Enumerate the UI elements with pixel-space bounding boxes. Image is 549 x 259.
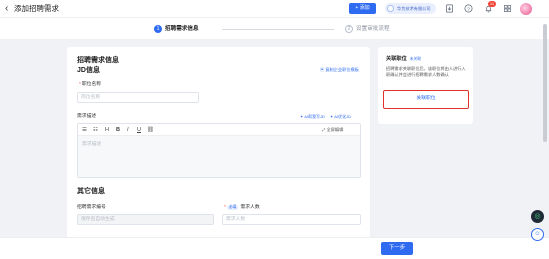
bold-icon[interactable]: B bbox=[116, 126, 120, 134]
back-arrow-icon[interactable]: ‹ bbox=[5, 3, 8, 15]
chat-support-icon[interactable]: ☺ bbox=[531, 228, 544, 241]
assistant-icon[interactable]: ◎ bbox=[531, 210, 544, 223]
section-title: 招聘需求信息 bbox=[77, 57, 119, 64]
fullscreen-label: 全屏编辑 bbox=[326, 127, 344, 132]
position-input[interactable]: 岗位名称 bbox=[77, 92, 199, 103]
ai-optimize-label: AI优化JD bbox=[334, 114, 351, 119]
required-tag: 必填 bbox=[226, 205, 239, 210]
link-position-button[interactable]: 关联职位 bbox=[383, 90, 469, 109]
numbered-list-icon[interactable]: ☷ bbox=[93, 126, 98, 134]
description-editor[interactable]: ☰ ☷ H B I U ⛓ ⤢ 全屏编辑 需求描述 bbox=[77, 123, 361, 178]
fullscreen-button[interactable]: ⤢ 全屏编辑 bbox=[322, 127, 343, 133]
link-status-tag: 未关联 bbox=[409, 57, 422, 61]
ai-optimize-button[interactable]: ✦ AI优化JD bbox=[330, 114, 351, 119]
underline-icon[interactable]: U bbox=[137, 126, 141, 134]
ai-links: ✦ AI帮我写JD ✦ AI优化JD bbox=[300, 114, 351, 120]
step-connector bbox=[222, 29, 334, 30]
org-name: 华为技术有限公司 bbox=[397, 6, 431, 11]
bullet-list-icon[interactable]: ☰ bbox=[82, 126, 87, 134]
link-position-description: 招聘需求关联职位后，该职位将由人进行入职确认并会进行招聘需求人数确认 bbox=[386, 66, 466, 77]
user-avatar[interactable] bbox=[520, 3, 532, 15]
next-button[interactable]: 下一步 bbox=[381, 242, 413, 255]
code-input: 保存后自动生成 bbox=[77, 214, 214, 225]
org-avatar-icon bbox=[387, 5, 394, 12]
scrollbar[interactable] bbox=[543, 24, 547, 142]
step-1-number: 1 bbox=[154, 25, 162, 33]
jd-title: JD信息 bbox=[77, 67, 100, 74]
bottom-bar bbox=[0, 237, 549, 259]
help-icon[interactable]: ? bbox=[464, 4, 473, 13]
description-textarea[interactable]: 需求描述 bbox=[78, 136, 360, 177]
link-position-title-text: 关联职位 bbox=[386, 56, 407, 62]
copy-template-link[interactable]: ▣ 复制企业职位模板 bbox=[320, 67, 359, 73]
notification-badge: 11 bbox=[488, 1, 496, 7]
step-1-label: 招聘需求信息 bbox=[165, 26, 199, 32]
download-icon[interactable] bbox=[445, 4, 454, 13]
headcount-label: * 必填 需求人数 bbox=[224, 205, 260, 211]
page-title: 添加招聘需求 bbox=[14, 4, 59, 13]
required-mark: * bbox=[79, 82, 81, 87]
grid-apps-icon[interactable] bbox=[503, 4, 512, 13]
link-position-title: 关联职位 未关联 bbox=[386, 56, 421, 63]
link-icon[interactable]: ⛓ bbox=[147, 126, 154, 134]
editor-toolbar: ☰ ☷ H B I U ⛓ ⤢ 全屏编辑 bbox=[78, 124, 360, 136]
ai-write-label: AI帮我写JD bbox=[304, 114, 325, 119]
position-label-text: 职位名称 bbox=[81, 82, 102, 87]
description-label: 需求描述 bbox=[77, 114, 97, 119]
heading-icon[interactable]: H bbox=[105, 126, 109, 134]
position-label: *职位名称 bbox=[79, 82, 101, 88]
copy-template-label: 复制企业职位模板 bbox=[325, 67, 359, 72]
other-info-title: 其它信息 bbox=[77, 188, 105, 195]
step-2-number: 2 bbox=[345, 25, 353, 33]
headcount-input[interactable]: 需求人数 bbox=[222, 214, 361, 225]
add-button[interactable]: + 添加 bbox=[349, 3, 376, 14]
code-label: 招聘需求编号 bbox=[77, 205, 106, 210]
required-mark: * bbox=[224, 205, 226, 210]
ai-write-button[interactable]: ✦ AI帮我写JD bbox=[300, 114, 325, 119]
org-switcher[interactable]: 华为技术有限公司 bbox=[385, 3, 436, 14]
step-2-label: 设置审批流程 bbox=[356, 26, 390, 32]
headcount-label-text: 需求人数 bbox=[240, 205, 260, 210]
italic-icon[interactable]: I bbox=[127, 126, 129, 134]
svg-text:?: ? bbox=[467, 6, 470, 12]
